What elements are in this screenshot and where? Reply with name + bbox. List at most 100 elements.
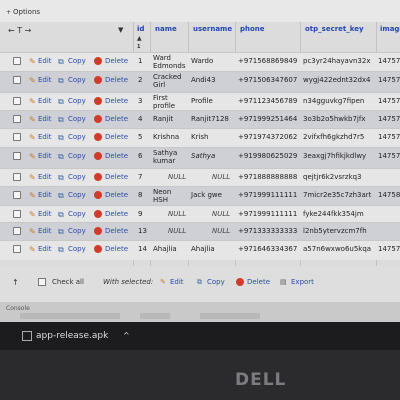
edit-link[interactable]: Edit — [38, 115, 52, 123]
table-row: ✎ Edit ⧉ Copy Delete 13 NULL NULL +971333333333 l… — [0, 222, 400, 240]
edit-link[interactable]: Edit — [38, 57, 52, 65]
delete-link[interactable]: Delete — [105, 76, 128, 84]
filter-rows-input[interactable] — [200, 313, 260, 319]
delete-link[interactable]: Delete — [105, 152, 128, 160]
cell-phone: +971888888888 — [238, 173, 298, 181]
column-arrows[interactable]: ← T → — [8, 26, 31, 35]
download-file-name[interactable]: app-release.apk — [36, 331, 108, 341]
edit-link[interactable]: Edit — [38, 76, 52, 84]
check-all-label[interactable]: Check all — [52, 278, 84, 286]
cell-phone: +971646334367 — [238, 245, 298, 253]
cell-name: NULL — [168, 227, 187, 235]
row-checkbox[interactable] — [13, 227, 21, 235]
pagination-control[interactable] — [20, 313, 120, 319]
file-icon — [22, 331, 32, 341]
cell-id: 13 — [138, 227, 147, 235]
delete-link[interactable]: Delete — [105, 133, 128, 141]
row-checkbox[interactable] — [13, 133, 21, 141]
cell-otp-secret-key: 3eaxgj7hfikjkdlwy — [303, 152, 367, 160]
rows-per-page-select[interactable] — [140, 313, 170, 319]
copy-link[interactable]: Copy — [68, 115, 86, 123]
copy-link[interactable]: Copy — [68, 133, 86, 141]
row-checkbox[interactable] — [13, 57, 21, 65]
delete-link[interactable]: Delete — [105, 227, 128, 235]
delete-link[interactable]: Delete — [105, 210, 128, 218]
cell-name: Krishna — [153, 133, 180, 141]
delete-link[interactable]: Delete — [105, 115, 128, 123]
table-row: ✎ Edit ⧉ Copy Delete 8 Neon HSH Jack gwe +971999… — [0, 186, 400, 205]
table-row: ✎ Edit ⧉ Copy Delete 3 First profile Profile +97… — [0, 92, 400, 110]
cell-id: 8 — [138, 191, 143, 199]
cell-image: 14757 — [378, 133, 400, 141]
copy-link[interactable]: Copy — [68, 152, 86, 160]
edit-link[interactable]: Edit — [38, 152, 52, 160]
copy-link[interactable]: Copy — [68, 76, 86, 84]
delete-link[interactable]: Delete — [105, 191, 128, 199]
column-controls: ← T → ▼ — [0, 22, 136, 48]
cell-image: 14757 — [378, 97, 400, 105]
copy-link[interactable]: Copy — [68, 191, 86, 199]
edit-link[interactable]: Edit — [38, 97, 52, 105]
header-phone[interactable]: phone — [238, 22, 298, 52]
edit-link[interactable]: Edit — [38, 191, 52, 199]
copy-icon: ⧉ — [58, 57, 64, 66]
cell-otp-secret-key: n34gguvkg7fipen — [303, 97, 365, 105]
options-link[interactable]: Options — [13, 8, 40, 16]
edit-link[interactable]: Edit — [38, 227, 52, 235]
row-checkbox[interactable] — [13, 76, 21, 84]
cell-username: Jack gwe — [191, 191, 222, 199]
console-label[interactable]: Console — [6, 305, 30, 312]
cell-username: Profile — [191, 97, 213, 105]
header-name[interactable]: name — [153, 22, 188, 52]
phpmyadmin-browse-view: + Options ← T → ▼ id ▲ 1 name username phon… — [0, 0, 400, 322]
header-otp-secret-key[interactable]: otp_secret_key — [303, 22, 375, 52]
row-checkbox[interactable] — [13, 97, 21, 105]
bulk-copy-button[interactable]: Copy — [207, 278, 225, 286]
copy-link[interactable]: Copy — [68, 245, 86, 253]
row-checkbox[interactable] — [13, 191, 21, 199]
check-all-checkbox[interactable] — [38, 278, 46, 286]
cell-otp-secret-key: fyke244fkk354jm — [303, 210, 364, 218]
header-username[interactable]: username — [191, 22, 235, 52]
row-checkbox[interactable] — [13, 115, 21, 123]
pencil-icon: ✎ — [29, 210, 36, 219]
bulk-edit-button[interactable]: Edit — [170, 278, 184, 286]
bulk-delete-button[interactable]: Delete — [247, 278, 270, 286]
dell-logo: DELL — [235, 370, 287, 390]
delete-link[interactable]: Delete — [105, 97, 128, 105]
delete-icon — [94, 173, 102, 181]
table-row: ✎ Edit ⧉ Copy Delete 7 NULL NULL +971888888888 qe… — [0, 168, 400, 186]
cell-otp-secret-key: 7micr2e35c7zh3art — [303, 191, 372, 199]
pencil-icon: ✎ — [29, 57, 36, 66]
row-checkbox[interactable] — [13, 210, 21, 218]
edit-link[interactable]: Edit — [38, 245, 52, 253]
copy-icon: ⧉ — [58, 76, 64, 85]
header-image[interactable]: image — [378, 22, 400, 52]
copy-link[interactable]: Copy — [68, 173, 86, 181]
cell-id: 14 — [138, 245, 147, 253]
sort-asc-icon: ▲ — [137, 35, 142, 42]
sort-dropdown-icon[interactable]: ▼ — [118, 26, 123, 34]
copy-link[interactable]: Copy — [68, 97, 86, 105]
cell-username: Krish — [191, 133, 209, 141]
edit-link[interactable]: Edit — [38, 210, 52, 218]
row-checkbox[interactable] — [13, 173, 21, 181]
delete-icon — [94, 133, 102, 141]
delete-link[interactable]: Delete — [105, 57, 128, 65]
bulk-export-button[interactable]: Export — [291, 278, 314, 286]
copy-link[interactable]: Copy — [68, 57, 86, 65]
cell-name: Neon HSH — [153, 188, 172, 204]
delete-link[interactable]: Delete — [105, 173, 128, 181]
cell-username: Ahajlia — [191, 245, 215, 253]
delete-link[interactable]: Delete — [105, 245, 128, 253]
cell-username: Sathya — [191, 152, 216, 160]
row-checkbox[interactable] — [13, 152, 21, 160]
copy-link[interactable]: Copy — [68, 227, 86, 235]
copy-link[interactable]: Copy — [68, 210, 86, 218]
chevron-up-icon[interactable]: ^ — [123, 331, 130, 340]
edit-link[interactable]: Edit — [38, 133, 52, 141]
row-checkbox[interactable] — [13, 245, 21, 253]
edit-link[interactable]: Edit — [38, 173, 52, 181]
header-id[interactable]: id ▲ 1 — [135, 22, 150, 52]
cell-name: Ahajlia — [153, 245, 177, 253]
